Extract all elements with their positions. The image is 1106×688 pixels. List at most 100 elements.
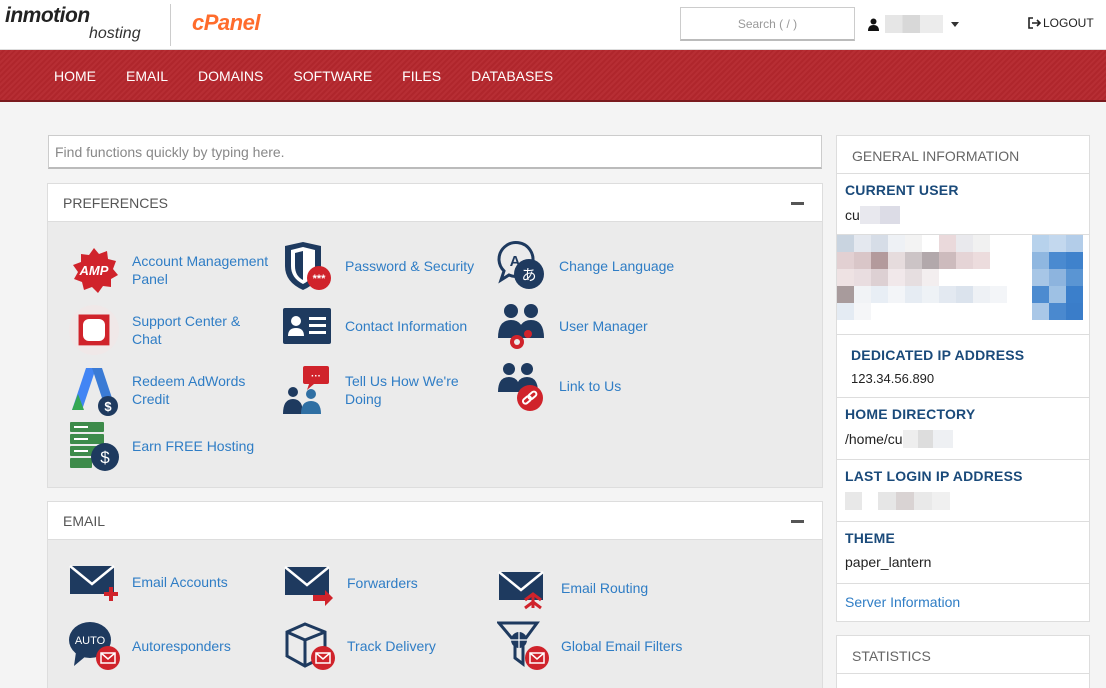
mail-forward-icon — [284, 566, 333, 606]
item-label: Support Center & Chat — [132, 313, 241, 347]
users-gear-icon — [498, 304, 544, 349]
email-routing[interactable]: Email Routing — [497, 562, 648, 614]
svg-text:$: $ — [100, 448, 110, 467]
main-nav: HOME EMAIL DOMAINS SOFTWARE FILES DATABA… — [0, 50, 1106, 102]
item-label: Change Language — [559, 258, 675, 274]
link-to-us[interactable]: Link to Us — [495, 360, 621, 412]
current-user-label: CURRENT USER — [845, 182, 959, 198]
link-users-icon — [498, 363, 543, 411]
globe-filter-icon — [497, 621, 549, 670]
amp-icon: AMP — [73, 248, 118, 293]
item-label: Account Management Panel — [132, 253, 269, 287]
redacted-block — [859, 206, 900, 224]
inmotion-logo[interactable]: inmotion hosting — [5, 4, 155, 44]
preferences-header[interactable]: PREFERENCES — [48, 184, 822, 222]
support-center-chat[interactable]: Support Center & Chat — [68, 304, 252, 356]
change-language[interactable]: A あ Change Language — [495, 240, 674, 292]
theme-section: THEME paper_lantern — [837, 522, 1089, 584]
theme-value: paper_lantern — [845, 554, 932, 570]
server-information-link[interactable]: Server Information — [837, 584, 1089, 620]
preferences-panel: PREFERENCES AMP Account Management Panel… — [47, 183, 823, 488]
earn-free-hosting[interactable]: $ Earn FREE Hosting — [68, 420, 254, 472]
mail-route-icon — [498, 571, 544, 610]
item-label: Contact Information — [345, 318, 468, 334]
logout-icon — [1028, 17, 1041, 29]
home-directory-label: HOME DIRECTORY — [845, 406, 976, 422]
item-label: Global Email Filters — [561, 638, 683, 654]
last-login-label: LAST LOGIN IP ADDRESS — [845, 468, 1023, 484]
box-mail-icon — [285, 622, 335, 670]
brand-sub: hosting — [89, 25, 141, 42]
dedicated-ip-label: DEDICATED IP ADDRESS — [851, 347, 1025, 363]
svg-text:···: ··· — [311, 371, 321, 382]
top-search-input[interactable]: Search ( / ) — [680, 7, 855, 41]
statistics-panel: STATISTICS — [836, 635, 1090, 688]
last-login-value — [845, 492, 1081, 510]
home-directory-text: /home/cu — [845, 431, 903, 447]
home-directory-value: /home/cu — [845, 430, 1081, 448]
account-management-panel[interactable]: AMP Account Management Panel — [68, 244, 272, 296]
shield-icon: *** — [285, 242, 331, 290]
redacted-block — [902, 430, 953, 448]
username-redacted — [885, 15, 943, 33]
cpanel-logo[interactable]: cPanel — [192, 10, 260, 36]
top-bar: inmotion hosting cPanel Search ( / ) LOG… — [0, 0, 1106, 50]
theme-label: THEME — [845, 530, 895, 546]
user-manager[interactable]: User Manager — [495, 300, 648, 352]
support-icon — [69, 305, 119, 355]
nav-databases[interactable]: DATABASES — [456, 68, 568, 84]
forwarders[interactable]: Forwarders — [283, 557, 418, 609]
nav-files[interactable]: FILES — [387, 68, 456, 84]
email-panel: EMAIL Email Accounts Forwarders Email Ro… — [47, 501, 823, 688]
dedicated-ip-section: DEDICATED IP ADDRESS 123.34.56.890 — [837, 335, 1089, 398]
track-delivery[interactable]: Track Delivery — [283, 620, 436, 672]
password-security[interactable]: *** Password & Security — [281, 240, 474, 292]
user-icon — [868, 18, 879, 31]
item-label: Password & Security — [345, 258, 475, 274]
item-label: Email Accounts — [132, 574, 228, 590]
collapse-icon[interactable] — [791, 520, 804, 523]
current-user-value: cu — [845, 206, 1081, 224]
tell-us-how-were-doing[interactable]: ··· Tell Us How We're Doing — [281, 364, 475, 416]
logo-divider — [170, 4, 171, 46]
item-label: Tell Us How We're Doing — [345, 373, 459, 407]
global-email-filters[interactable]: Global Email Filters — [497, 620, 682, 672]
nav-domains[interactable]: DOMAINS — [183, 68, 278, 84]
item-label: Earn FREE Hosting — [132, 438, 255, 454]
svg-text:***: *** — [313, 273, 327, 285]
logout-button[interactable]: LOGOUT — [1028, 16, 1094, 30]
item-label: User Manager — [559, 318, 648, 334]
svg-text:AMP: AMP — [79, 263, 109, 278]
email-accounts[interactable]: Email Accounts — [68, 556, 228, 608]
svg-text:$: $ — [104, 399, 112, 414]
nav-email[interactable]: EMAIL — [111, 68, 183, 84]
mail-plus-icon — [69, 565, 118, 601]
redacted-block — [845, 492, 862, 510]
language-icon: A あ — [497, 241, 544, 289]
dedicated-ip-value: 123.34.56.890 — [851, 371, 935, 386]
general-information-panel: GENERAL INFORMATION CURRENT USER cu DEDI… — [836, 135, 1090, 622]
nav-home[interactable]: HOME — [39, 68, 111, 84]
item-label: Autoresponders — [132, 638, 231, 654]
autoresponders[interactable]: AUTO Autoresponders — [68, 620, 231, 672]
item-label: Track Delivery — [347, 638, 436, 654]
item-label: Forwarders — [347, 575, 418, 591]
statistics-title: STATISTICS — [837, 636, 1089, 674]
user-menu[interactable] — [868, 13, 959, 35]
general-information-title: GENERAL INFORMATION — [837, 136, 1089, 174]
last-login-section: LAST LOGIN IP ADDRESS — [837, 460, 1089, 522]
nav-software[interactable]: SOFTWARE — [278, 68, 387, 84]
redacted-image — [837, 235, 1089, 335]
redeem-adwords-credit[interactable]: $ Redeem AdWords Credit — [68, 364, 262, 416]
collapse-icon[interactable] — [791, 202, 804, 205]
item-label: Redeem AdWords Credit — [132, 373, 246, 407]
chevron-down-icon[interactable] — [951, 21, 959, 27]
email-title: EMAIL — [63, 513, 106, 529]
email-header[interactable]: EMAIL — [48, 502, 822, 540]
contact-information[interactable]: Contact Information — [281, 300, 467, 352]
item-label: Email Routing — [561, 580, 649, 596]
adwords-icon: $ — [72, 368, 118, 416]
auto-bubble-icon: AUTO — [69, 622, 120, 670]
svg-text:AUTO: AUTO — [75, 635, 106, 647]
find-functions-input[interactable]: Find functions quickly by typing here. — [48, 135, 822, 169]
